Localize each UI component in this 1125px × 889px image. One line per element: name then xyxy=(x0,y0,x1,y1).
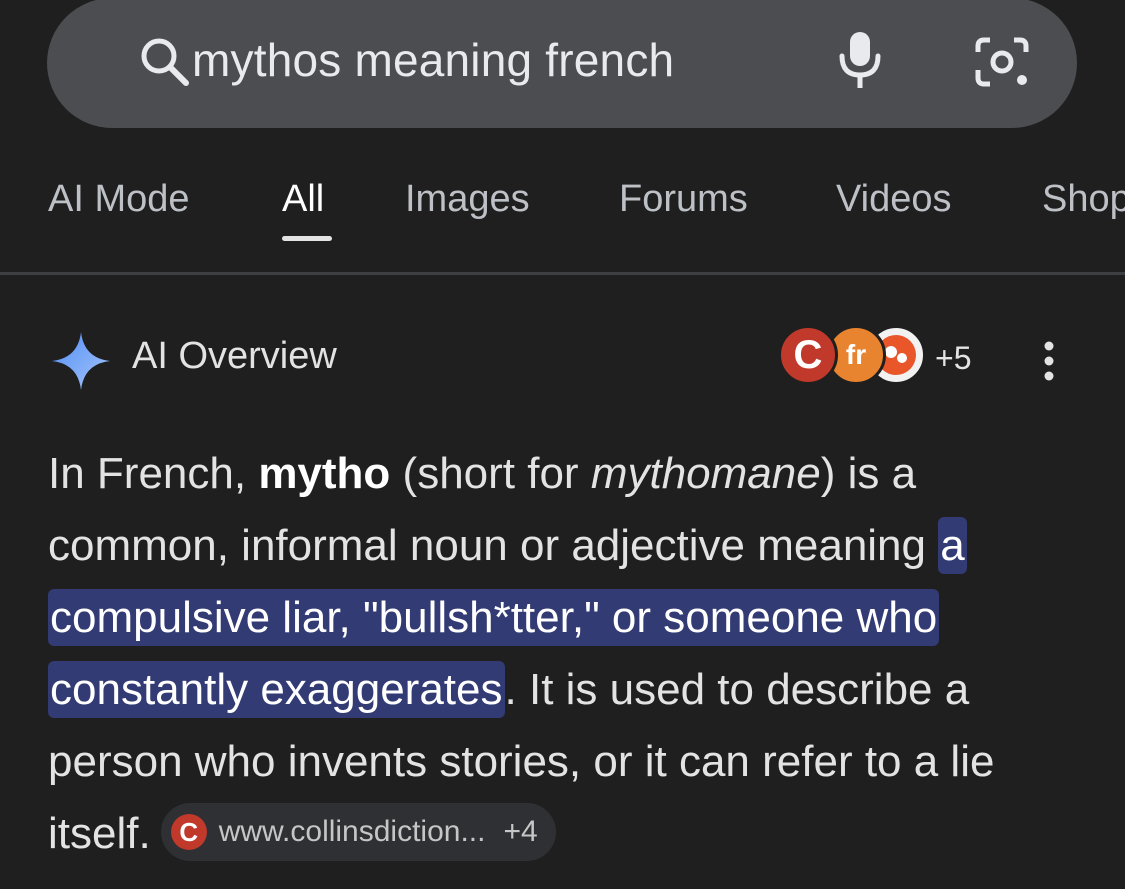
microphone-icon[interactable] xyxy=(835,28,885,92)
search-results-page: mythos meaning french AI Mode All Images… xyxy=(0,0,1125,889)
overview-text-1: In French, xyxy=(48,449,259,498)
ai-overview-title: AI Overview xyxy=(132,335,337,377)
tab-shop[interactable]: Shop xyxy=(1042,178,1125,221)
tab-ai-mode[interactable]: AI Mode xyxy=(48,178,190,221)
tab-images[interactable]: Images xyxy=(405,178,530,221)
tab-videos[interactable]: Videos xyxy=(836,178,952,221)
active-tab-indicator xyxy=(282,236,332,241)
search-input[interactable]: mythos meaning french xyxy=(192,33,674,87)
tabs-divider xyxy=(0,272,1125,275)
collins-logo-icon: C xyxy=(793,332,823,377)
search-tabs: AI Mode All Images Forums Videos Shop xyxy=(0,168,1125,274)
citation-chip[interactable]: Cwww.collinsdiction... +4 xyxy=(160,803,556,862)
tab-forums[interactable]: Forums xyxy=(619,178,748,221)
overview-term-bold: mytho xyxy=(258,449,391,498)
more-sources-count[interactable]: +5 xyxy=(935,340,971,377)
more-options-icon[interactable] xyxy=(1036,340,1062,382)
tab-all[interactable]: All xyxy=(282,178,324,221)
ai-overview-text: In French, mytho (short for mythomane) i… xyxy=(48,438,1098,870)
citation-url: www.collinsdiction... xyxy=(218,815,486,849)
overview-text-2: (short for xyxy=(390,449,591,498)
sparkle-icon xyxy=(52,332,110,390)
search-bar[interactable]: mythos meaning french xyxy=(47,0,1077,128)
source-favicon-collins[interactable]: C xyxy=(778,325,838,385)
collins-logo-icon: C xyxy=(170,814,207,851)
search-icon[interactable] xyxy=(137,34,193,90)
camera-lens-icon[interactable] xyxy=(972,34,1032,90)
overview-term-italic: mythomane xyxy=(590,449,821,498)
citation-extra-count: +4 xyxy=(503,815,538,849)
